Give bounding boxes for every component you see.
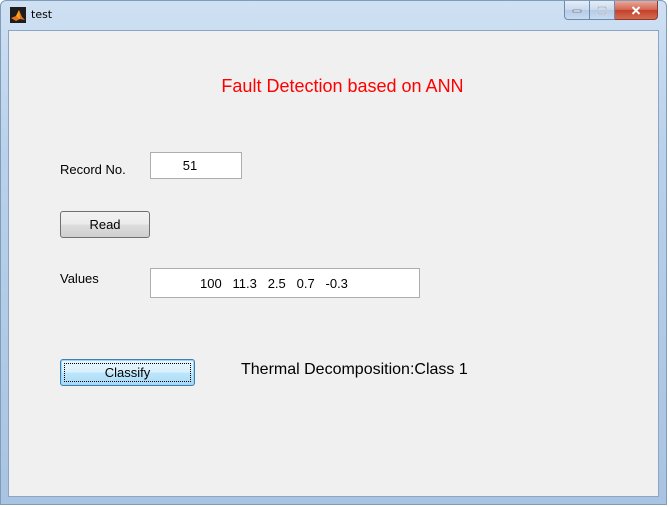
matlab-logo-icon [10,7,26,23]
classify-button-label: Classify [104,365,151,380]
close-button[interactable] [615,1,658,20]
app-window: test Fault Detection based on ANN Record… [0,0,667,505]
values-input[interactable] [150,268,420,298]
maximize-button[interactable] [590,1,615,20]
caption-buttons [564,1,658,21]
values-label: Values [60,271,99,286]
read-button[interactable]: Read [60,211,150,238]
window-title: test [31,8,53,21]
figure-client-area: Fault Detection based on ANN Record No. … [8,30,659,497]
page-title: Fault Detection based on ANN [221,76,464,96]
maximize-icon [597,5,607,15]
title-bar[interactable]: test [1,1,666,31]
minimize-icon [572,9,582,13]
classification-result: Thermal Decomposition:Class 1 [241,361,468,378]
minimize-button[interactable] [564,1,590,20]
record-no-label: Record No. [60,162,126,177]
record-no-input[interactable] [150,152,242,179]
close-icon [631,5,641,15]
classify-button[interactable]: Classify [60,359,195,386]
